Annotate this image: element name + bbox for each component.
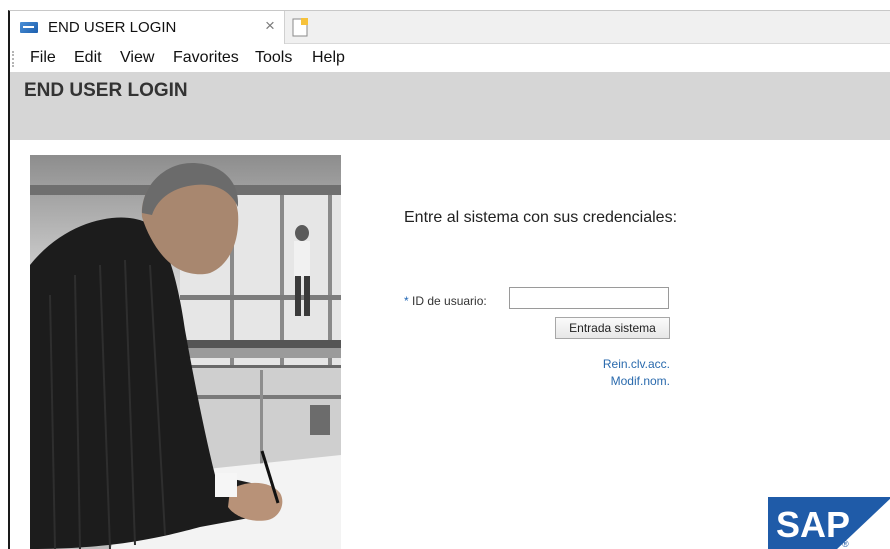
tab-end-user-login[interactable]: END USER LOGIN × (10, 11, 285, 44)
tab-title: END USER LOGIN (48, 19, 177, 36)
userid-label: * ID de usuario: (404, 294, 487, 308)
menu-grip (12, 51, 14, 67)
reset-password-link[interactable]: Rein.clv.acc. (550, 357, 670, 371)
page-header: END USER LOGIN (10, 72, 890, 140)
sap-logo-text: SAP (776, 504, 850, 545)
userid-input[interactable] (509, 287, 669, 309)
new-tab-icon[interactable] (290, 17, 310, 38)
required-marker: * (404, 294, 409, 308)
browser-window: END USER LOGIN × File Edit View Favorite… (8, 10, 890, 549)
sap-favicon-icon (20, 22, 38, 33)
login-photo (30, 155, 341, 549)
menu-help[interactable]: Help (312, 49, 345, 67)
menu-file[interactable]: File (30, 49, 56, 67)
tab-strip: END USER LOGIN × (10, 11, 890, 44)
menu-edit[interactable]: Edit (74, 49, 102, 67)
sap-logo: SAP ® (768, 497, 890, 549)
login-heading: Entre al sistema con sus credenciales: (404, 209, 678, 226)
menu-bar: File Edit View Favorites Tools Help (10, 45, 890, 71)
change-name-link[interactable]: Modif.nom. (550, 374, 670, 388)
registered-mark: ® (842, 539, 849, 549)
menu-favorites[interactable]: Favorites (173, 49, 239, 67)
userid-label-text: ID de usuario: (412, 294, 487, 308)
menu-view[interactable]: View (120, 49, 154, 67)
login-button[interactable]: Entrada sistema (555, 317, 670, 339)
close-tab-icon[interactable]: × (265, 16, 275, 36)
menu-tools[interactable]: Tools (255, 49, 292, 67)
page-title: END USER LOGIN (24, 80, 188, 101)
